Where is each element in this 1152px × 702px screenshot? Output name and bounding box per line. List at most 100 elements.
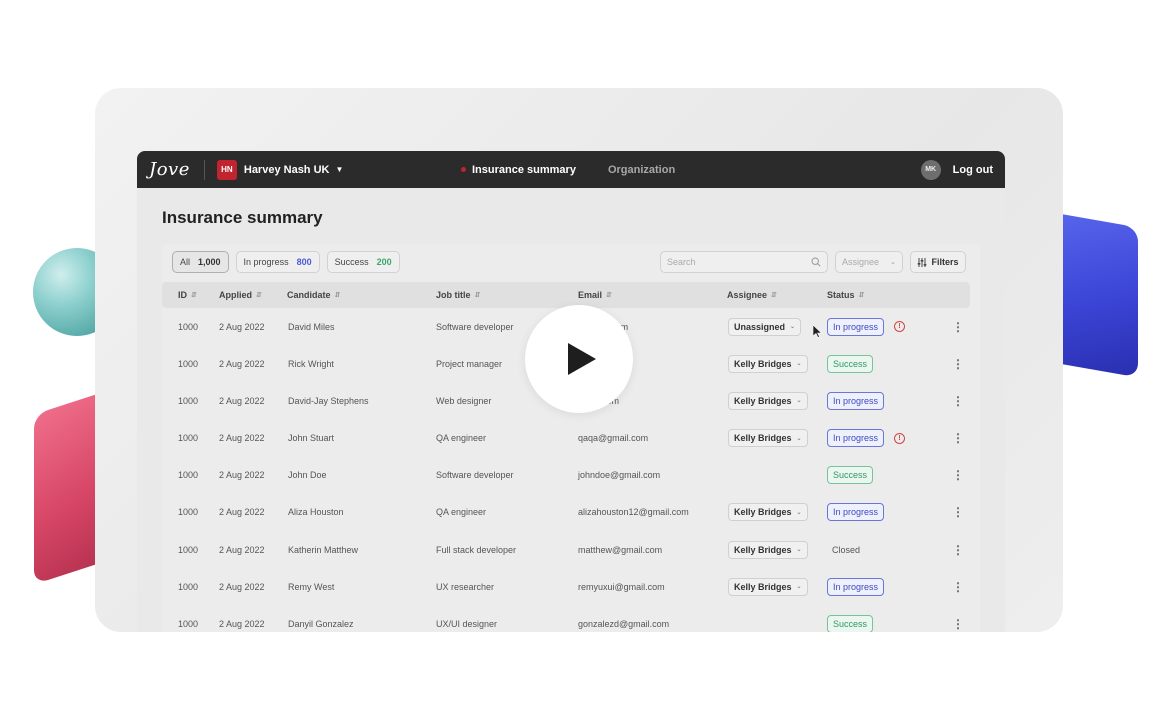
column-header-candidate[interactable]: Candidate ⇵ xyxy=(287,282,340,308)
filter-success[interactable]: Success 200 xyxy=(326,251,400,273)
filter-in-progress[interactable]: In progress 800 xyxy=(235,251,320,273)
cell-job-title: Web designer xyxy=(436,395,492,406)
chevron-down-icon[interactable]: ▼ xyxy=(335,165,343,174)
column-header-email[interactable]: Email ⇵ xyxy=(578,282,612,308)
search-input[interactable]: Search xyxy=(660,251,828,273)
column-label: Job title xyxy=(436,290,471,300)
cell-job-title: QA engineer xyxy=(436,433,487,444)
cell-assignee: Kelly Bridges ⌄ xyxy=(728,568,808,605)
filters-button-label: Filters xyxy=(931,257,959,267)
assignee-dropdown[interactable]: Kelly Bridges ⌄ xyxy=(728,354,808,373)
nav-item-organization[interactable]: Organization xyxy=(608,164,675,176)
cell-applied: 2 Aug 2022 xyxy=(219,321,265,332)
cell-email: johndoe@gmail.com xyxy=(578,470,661,481)
filter-label: All xyxy=(180,257,191,267)
assignee-label: Kelly Bridges xyxy=(734,358,792,369)
assignee-label: Kelly Bridges xyxy=(734,581,792,592)
row-actions-icon[interactable]: ⋮ xyxy=(952,457,964,494)
table-row[interactable]: 1000 2 Aug 2022 Danyil Gonzalez UX/UI desig… xyxy=(162,606,970,633)
page-title: Insurance summary xyxy=(162,208,323,227)
assignee-dropdown[interactable]: Kelly Bridges ⌄ xyxy=(728,391,808,410)
row-actions-icon[interactable]: ⋮ xyxy=(952,382,964,419)
cell-id: 1000 xyxy=(178,433,199,444)
cell-email: qaqa@gmail.com xyxy=(578,433,649,444)
assignee-select-placeholder: Assignee xyxy=(842,257,880,267)
cell-job-title: UX researcher xyxy=(436,581,495,592)
cell-assignee: Kelly Bridges ⌄ xyxy=(728,382,808,419)
cell-status: In progress! xyxy=(827,308,906,345)
chevron-down-icon: ⌄ xyxy=(796,509,802,516)
status-badge: In progress xyxy=(827,577,885,596)
chevron-down-icon: ⌄ xyxy=(796,584,802,591)
column-header-id[interactable]: ID ⇵ xyxy=(178,282,197,308)
cell-email: alizahouston12@gmail.com xyxy=(578,507,689,518)
filter-count: 200 xyxy=(376,257,392,267)
column-header-assignee[interactable]: Assignee ⇵ xyxy=(727,282,777,308)
brand-logo[interactable]: Jove xyxy=(149,159,190,180)
filters-button[interactable]: Filters xyxy=(910,251,966,273)
cell-assignee: Kelly Bridges ⌄ xyxy=(728,420,808,457)
cell-id: 1000 xyxy=(178,544,199,555)
assignee-label: Unassigned xyxy=(734,321,786,332)
cell-applied: 2 Aug 2022 xyxy=(219,395,265,406)
table-row[interactable]: 1000 2 Aug 2022 John Doe Software developer… xyxy=(162,457,970,494)
cell-status: In progress xyxy=(827,382,885,419)
cell-status: In progress xyxy=(827,568,885,605)
video-frame: Jove HN Harvey Nash UK ▼ Insurance summa… xyxy=(95,88,1063,632)
table-row[interactable]: 1000 2 Aug 2022 Katherin Matthew Full stack… xyxy=(162,531,970,568)
column-header-applied[interactable]: Applied ⇵ xyxy=(219,282,262,308)
assignee-dropdown[interactable]: Kelly Bridges ⌄ xyxy=(728,577,808,596)
sort-icon: ⇵ xyxy=(606,292,612,299)
warning-icon[interactable]: ! xyxy=(894,321,906,332)
nav-item-label: Insurance summary xyxy=(472,163,576,176)
row-actions-icon[interactable]: ⋮ xyxy=(952,606,964,633)
cell-job-title: QA engineer xyxy=(436,507,487,518)
row-actions-icon[interactable]: ⋮ xyxy=(952,345,964,382)
assignee-label: Kelly Bridges xyxy=(734,395,792,406)
active-indicator-icon xyxy=(461,167,466,172)
chevron-down-icon: ⌄ xyxy=(796,361,802,368)
assignee-select[interactable]: Assignee ⌄ xyxy=(835,251,903,273)
cell-candidate: Rick Wright xyxy=(288,358,334,369)
cell-candidate: John Stuart xyxy=(288,433,335,444)
row-actions-icon[interactable]: ⋮ xyxy=(952,568,964,605)
table-row[interactable]: 1000 2 Aug 2022 Remy West UX researcher remy… xyxy=(162,568,970,605)
cell-applied: 2 Aug 2022 xyxy=(219,433,265,444)
assignee-dropdown[interactable]: Kelly Bridges ⌄ xyxy=(728,503,808,522)
table-row[interactable]: 1000 2 Aug 2022 John Stuart QA engineer qaqa… xyxy=(162,420,970,457)
play-icon xyxy=(568,343,596,375)
table-header: ID ⇵ Applied ⇵ Candidate ⇵ Job title ⇵ Email… xyxy=(162,282,970,308)
cell-id: 1000 xyxy=(178,619,199,629)
column-header-status[interactable]: Status ⇵ xyxy=(827,282,864,308)
row-actions-icon[interactable]: ⋮ xyxy=(952,531,964,568)
assignee-dropdown[interactable]: Kelly Bridges ⌄ xyxy=(728,540,808,559)
warning-icon[interactable]: ! xyxy=(894,432,906,444)
cell-applied: 2 Aug 2022 xyxy=(219,358,265,369)
chevron-down-icon: ⌄ xyxy=(790,324,796,330)
cell-id: 1000 xyxy=(178,358,199,369)
assignee-dropdown[interactable]: Unassigned ⌄ xyxy=(728,317,802,336)
logout-button[interactable]: Log out xyxy=(953,164,993,176)
row-actions-icon[interactable]: ⋮ xyxy=(952,494,964,531)
cell-job-title: Project manager xyxy=(436,358,503,369)
org-switcher[interactable]: Harvey Nash UK xyxy=(244,164,330,176)
row-actions-icon[interactable]: ⋮ xyxy=(952,420,964,457)
cell-status: In progress! xyxy=(827,420,906,457)
cell-email: matthew@gmail.com xyxy=(578,544,663,555)
cell-job-title: Full stack developer xyxy=(436,544,517,555)
filter-label: Success xyxy=(334,257,369,267)
play-button[interactable] xyxy=(525,305,633,413)
cell-applied: 2 Aug 2022 xyxy=(219,619,265,629)
avatar[interactable]: MK xyxy=(920,159,941,180)
cell-assignee: Unassigned ⌄ xyxy=(728,308,802,345)
nav-item-insurance-summary[interactable]: Insurance summary xyxy=(461,164,576,176)
cell-email: gonzalezd@gmail.com xyxy=(578,619,670,629)
table-row[interactable]: 1000 2 Aug 2022 Aliza Houston QA engineer al… xyxy=(162,494,970,531)
cell-job-title: Software developer xyxy=(436,321,514,332)
assignee-dropdown[interactable]: Kelly Bridges ⌄ xyxy=(728,429,808,448)
cell-applied: 2 Aug 2022 xyxy=(219,581,265,592)
column-label: Assignee xyxy=(727,290,768,300)
filter-all[interactable]: All 1,000 xyxy=(172,251,229,273)
column-header-job-title[interactable]: Job title ⇵ xyxy=(436,282,480,308)
row-actions-icon[interactable]: ⋮ xyxy=(952,308,964,345)
